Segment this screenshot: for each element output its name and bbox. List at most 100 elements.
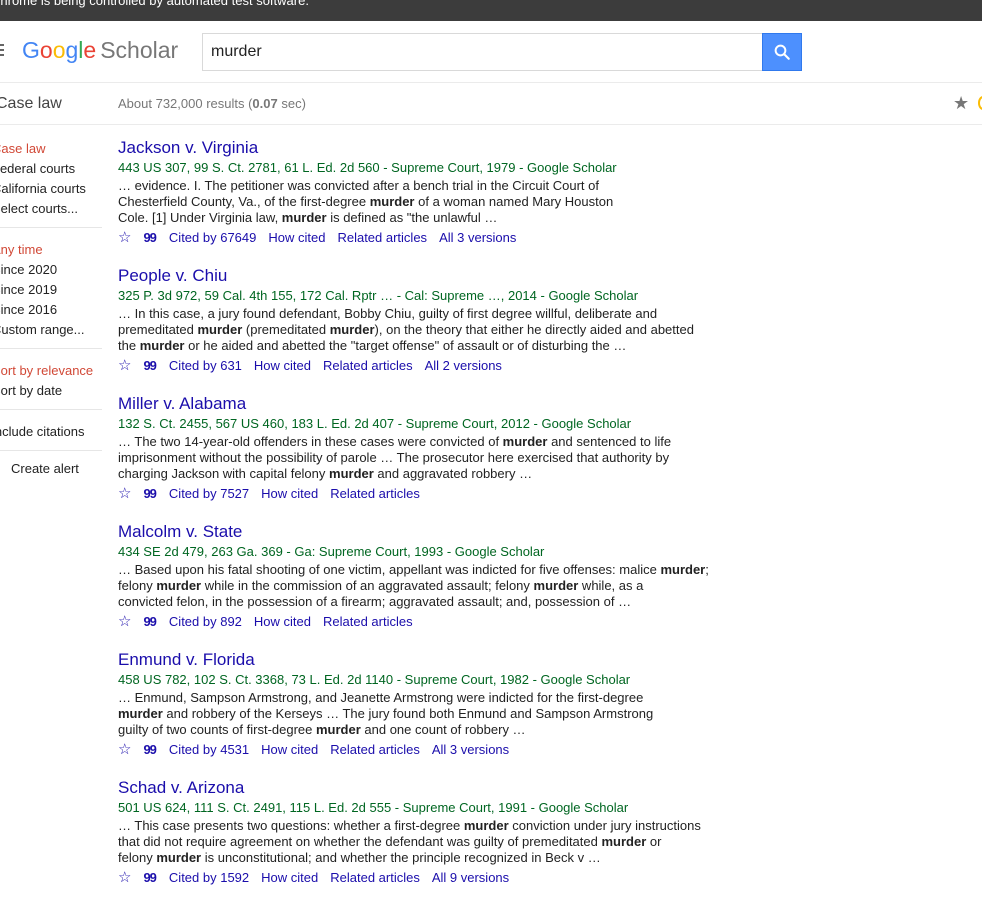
snippet-line: … This case presents two questions: whet… (118, 818, 701, 833)
result-actions: ☆ 99 Cited by 892 How cited Related articles (118, 613, 718, 631)
snippet-line: that did not require agreement on whethe… (118, 834, 662, 849)
snippet-line: felony murder while in the commission of… (118, 578, 644, 593)
create-alert-link[interactable]: Create alert (11, 461, 102, 476)
snippet-line: … In this case, a jury found defendant, … (118, 306, 658, 321)
save-star-icon[interactable]: ☆ (118, 229, 131, 247)
result-snippet: … evidence. I. The petitioner was convic… (118, 178, 718, 226)
result-citation: 132 S. Ct. 2455, 567 US 460, 183 L. Ed. … (118, 416, 632, 431)
sidebar-item-since-2019[interactable]: Since 2019 (0, 280, 102, 300)
how-cited-link[interactable]: How cited (254, 613, 311, 631)
save-star-icon[interactable]: ☆ (118, 869, 131, 887)
related-articles-link[interactable]: Related articles (330, 741, 420, 759)
how-cited-link[interactable]: How cited (268, 229, 325, 247)
results-subheader: Case law About 732,000 results (0.07 sec… (0, 84, 982, 125)
cite-quote-icon[interactable]: 99 (143, 741, 157, 759)
result-item: Enmund v. Florida 458 US 782, 102 S. Ct. … (118, 650, 718, 759)
result-title-link[interactable]: Miller v. Alabama (118, 394, 718, 414)
snippet-line: premeditated murder (premeditated murder… (118, 322, 694, 337)
cite-quote-icon[interactable]: 99 (143, 357, 157, 375)
save-star-icon[interactable]: ☆ (118, 357, 131, 375)
result-title-link[interactable]: Jackson v. Virginia (118, 138, 718, 158)
result-actions: ☆ 99 Cited by 4531 How cited Related article… (118, 741, 718, 759)
result-citation: 458 US 782, 102 S. Ct. 3368, 73 L. Ed. 2… (118, 672, 631, 687)
sidebar-item-since-2016[interactable]: Since 2016 (0, 300, 102, 320)
cited-by-link[interactable]: Cited by 892 (169, 613, 242, 631)
user-indicator[interactable] (978, 96, 982, 110)
search-button[interactable] (762, 33, 802, 71)
cited-by-link[interactable]: Cited by 4531 (169, 741, 249, 759)
related-articles-link[interactable]: Related articles (323, 613, 413, 631)
logo-scholar: Scholar (100, 37, 179, 63)
search-icon (774, 44, 790, 60)
cited-by-link[interactable]: Cited by 1592 (169, 869, 249, 887)
menu-icon[interactable] (0, 44, 4, 56)
sidebar-group: include citations (0, 418, 102, 451)
result-citation: 443 US 307, 99 S. Ct. 2781, 61 L. Ed. 2d… (118, 160, 617, 175)
result-citation: 501 US 624, 111 S. Ct. 2491, 115 L. Ed. … (118, 800, 629, 815)
snippet-line: charging Jackson with capital felony mur… (118, 466, 533, 481)
result-actions: ☆ 99 Cited by 67649 How cited Related articl… (118, 229, 718, 247)
snippet-line: … evidence. I. The petitioner was convic… (118, 178, 599, 193)
all-versions-link[interactable]: All 2 versions (425, 357, 502, 375)
how-cited-link[interactable]: How cited (261, 485, 318, 503)
result-actions: ☆ 99 Cited by 631 How cited Related articles… (118, 357, 718, 375)
result-item: Malcolm v. State 434 SE 2d 479, 263 Ga. 3… (118, 522, 718, 631)
sidebar-item-custom-range[interactable]: Custom range... (0, 320, 102, 340)
result-snippet: … Based upon his fatal shooting of one v… (118, 562, 718, 610)
sidebar-item-since-2020[interactable]: Since 2020 (0, 260, 102, 280)
result-item: Schad v. Arizona 501 US 624, 111 S. Ct. 2… (118, 778, 718, 887)
sidebar-item-any-time[interactable]: Any time (0, 240, 102, 260)
result-snippet: … Enmund, Sampson Armstrong, and Jeanett… (118, 690, 718, 738)
related-articles-link[interactable]: Related articles (330, 869, 420, 887)
cite-quote-icon[interactable]: 99 (143, 485, 157, 503)
sidebar-item-sort-by-relevance[interactable]: Sort by relevance (0, 361, 102, 381)
result-snippet: … This case presents two questions: whet… (118, 818, 718, 866)
sidebar-item-case-law[interactable]: Case law (0, 139, 102, 159)
result-title-link[interactable]: Malcolm v. State (118, 522, 718, 542)
how-cited-link[interactable]: How cited (254, 357, 311, 375)
related-articles-link[interactable]: Related articles (337, 229, 427, 247)
snippet-line: … Enmund, Sampson Armstrong, and Jeanett… (118, 690, 644, 705)
sidebar-item-select-courts[interactable]: Select courts... (0, 199, 102, 219)
snippet-line: … Based upon his fatal shooting of one v… (118, 562, 709, 577)
cited-by-link[interactable]: Cited by 631 (169, 357, 242, 375)
sidebar-group: Sort by relevanceSort by date (0, 357, 102, 410)
save-star-icon[interactable]: ☆ (118, 741, 131, 759)
sidebar: Case lawFederal courtsCalifornia courtsS… (0, 135, 102, 476)
result-item: Jackson v. Virginia 443 US 307, 99 S. Ct.… (118, 138, 718, 247)
results-list: Jackson v. Virginia 443 US 307, 99 S. Ct.… (118, 138, 718, 906)
result-title-link[interactable]: Schad v. Arizona (118, 778, 718, 798)
search-input[interactable] (202, 33, 763, 71)
snippet-line: Chesterfield County, Va., of the first-d… (118, 194, 614, 209)
sidebar-item-include-citations[interactable]: include citations (0, 422, 102, 442)
result-snippet: … The two 14-year-old offenders in these… (118, 434, 718, 482)
result-title-link[interactable]: Enmund v. Florida (118, 650, 718, 670)
sidebar-item-federal-courts[interactable]: Federal courts (0, 159, 102, 179)
cite-quote-icon[interactable]: 99 (143, 613, 157, 631)
how-cited-link[interactable]: How cited (261, 741, 318, 759)
google-scholar-logo[interactable]: Google Scholar (22, 37, 178, 64)
related-articles-link[interactable]: Related articles (323, 357, 413, 375)
snippet-line: imprisonment without the possibility of … (118, 450, 670, 465)
save-star-icon[interactable]: ☆ (118, 485, 131, 503)
how-cited-link[interactable]: How cited (261, 869, 318, 887)
all-versions-link[interactable]: All 3 versions (432, 741, 509, 759)
sidebar-group: Case lawFederal courtsCalifornia courtsS… (0, 135, 102, 228)
cite-quote-icon[interactable]: 99 (143, 229, 157, 247)
snippet-line: felony murder is unconstitutional; and w… (118, 850, 601, 865)
snippet-line: murder and robbery of the Kerseys … The … (118, 706, 654, 721)
related-articles-link[interactable]: Related articles (330, 485, 420, 503)
cite-quote-icon[interactable]: 99 (143, 869, 157, 887)
cited-by-link[interactable]: Cited by 7527 (169, 485, 249, 503)
my-library-star-icon[interactable]: ★ (953, 93, 969, 114)
result-citation: 434 SE 2d 479, 263 Ga. 369 - Ga: Supreme… (118, 544, 545, 559)
save-star-icon[interactable]: ☆ (118, 613, 131, 631)
sidebar-item-sort-by-date[interactable]: Sort by date (0, 381, 102, 401)
result-actions: ☆ 99 Cited by 7527 How cited Related article… (118, 485, 718, 503)
snippet-line: Cole. [1] Under Virginia law, murder is … (118, 210, 498, 225)
sidebar-item-california-courts[interactable]: California courts (0, 179, 102, 199)
all-versions-link[interactable]: All 3 versions (439, 229, 516, 247)
result-title-link[interactable]: People v. Chiu (118, 266, 718, 286)
cited-by-link[interactable]: Cited by 67649 (169, 229, 256, 247)
all-versions-link[interactable]: All 9 versions (432, 869, 509, 887)
